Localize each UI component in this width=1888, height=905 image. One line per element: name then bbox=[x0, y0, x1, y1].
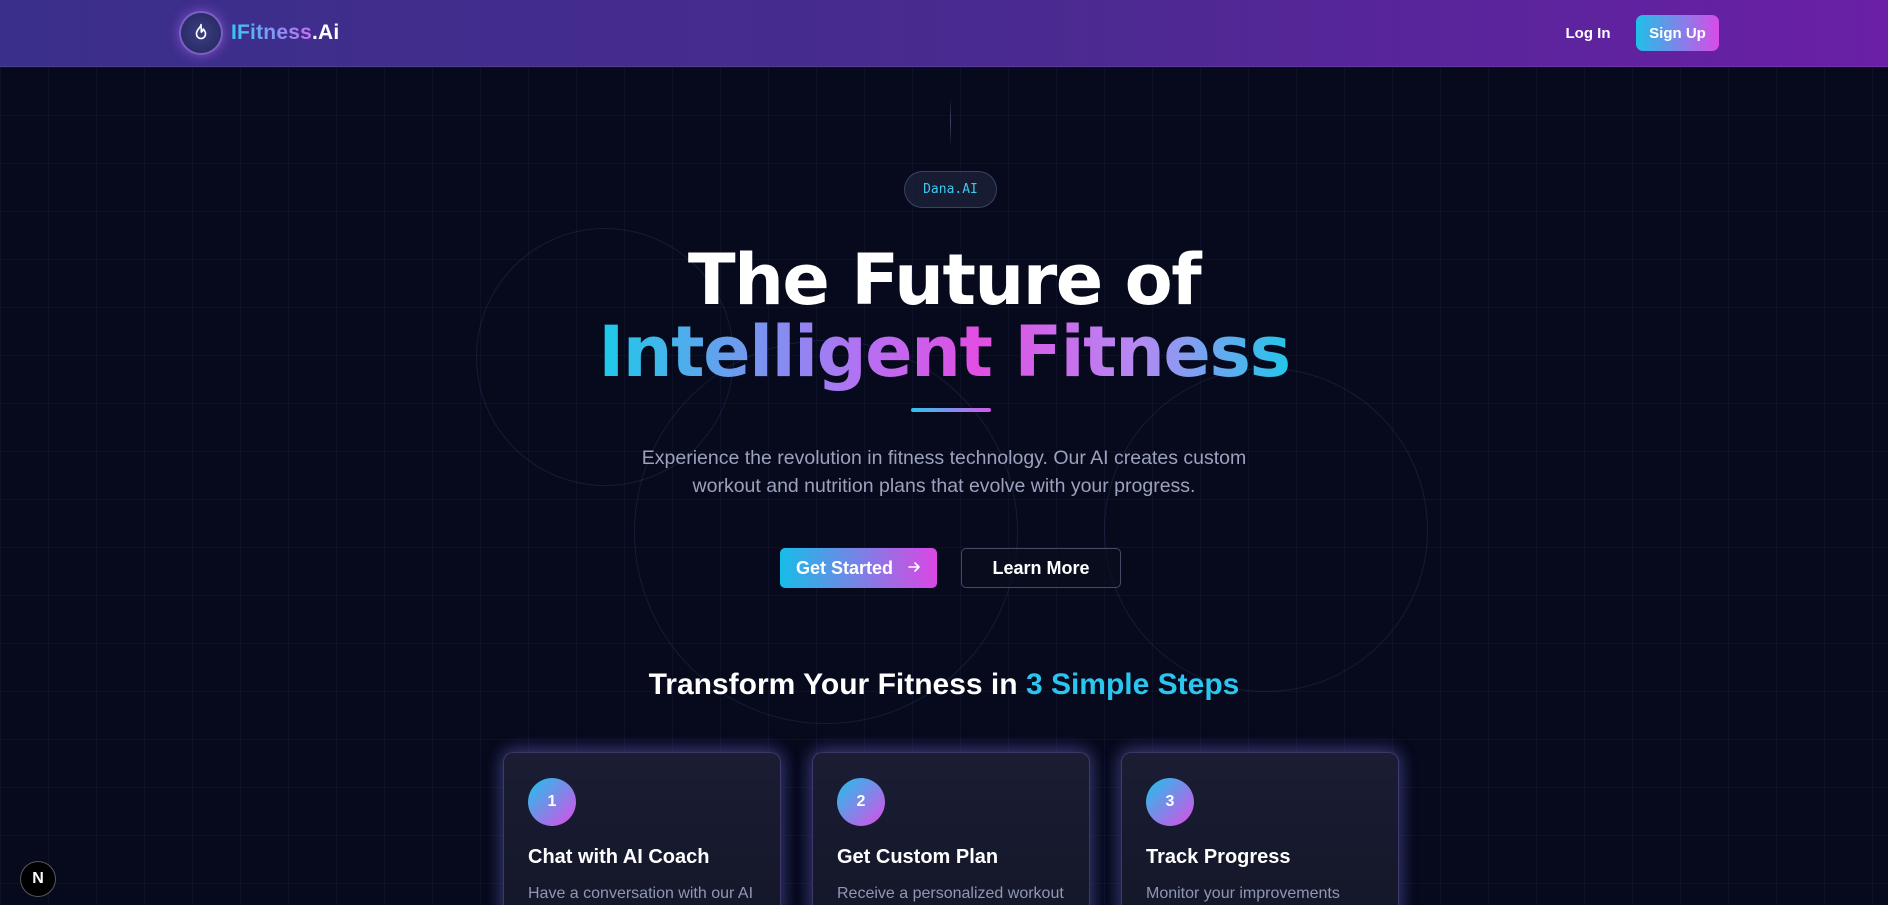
step-card-description: Have a conversation with our AI bbox=[528, 885, 754, 902]
decorative-circle bbox=[634, 340, 1018, 724]
hero-underline-divider bbox=[911, 408, 991, 412]
step-card-chat[interactable]: 1 Chat with AI Coach Have a conversation… bbox=[503, 752, 781, 905]
hero-title-line1: The Future of bbox=[687, 239, 1202, 321]
signup-button[interactable]: Sign Up bbox=[1636, 15, 1719, 51]
step-card-title: Get Custom Plan bbox=[837, 846, 999, 868]
step-card-description: Monitor your improvements bbox=[1146, 885, 1340, 902]
hero-badge: Dana.AI bbox=[904, 171, 997, 208]
decorative-line bbox=[950, 98, 951, 146]
brand-name-primary: IFitness bbox=[231, 21, 312, 44]
step-number-badge: 2 bbox=[837, 778, 885, 826]
step-number-badge: 1 bbox=[528, 778, 576, 826]
flame-icon bbox=[181, 13, 221, 53]
dev-tools-button[interactable]: N bbox=[20, 861, 56, 897]
hero-title-gradient-text: Intelligent Fitness bbox=[598, 311, 1291, 393]
steps-title-prefix: Transform Your Fitness in bbox=[648, 668, 1018, 701]
step-card-title: Track Progress bbox=[1146, 846, 1291, 868]
steps-section-title: Transform Your Fitness in 3 Simple Steps bbox=[0, 668, 1888, 702]
brand-name-suffix: .Ai bbox=[311, 21, 340, 44]
step-card-progress[interactable]: 3 Track Progress Monitor your improvemen… bbox=[1121, 752, 1399, 905]
hero-title-line2: Intelligent Fitness bbox=[0, 312, 1888, 392]
learn-more-button[interactable]: Learn More bbox=[961, 548, 1121, 588]
decorative-circle bbox=[1104, 368, 1428, 692]
top-navbar: IFitness.Ai Log In Sign Up bbox=[0, 0, 1888, 67]
get-started-label: Get Started bbox=[795, 557, 894, 578]
step-number-badge: 3 bbox=[1146, 778, 1194, 826]
get-started-button[interactable]: Get Started bbox=[780, 548, 937, 588]
step-card-description: Receive a personalized workout bbox=[837, 885, 1064, 902]
login-button[interactable]: Log In bbox=[1556, 18, 1620, 49]
hero-description: Experience the revolution in fitness tec… bbox=[641, 447, 1247, 497]
steps-title-accent: 3 Simple Steps bbox=[1025, 668, 1240, 701]
step-card-plan[interactable]: 2 Get Custom Plan Receive a personalized… bbox=[812, 752, 1090, 905]
arrow-right-icon bbox=[907, 558, 921, 579]
step-card-title: Chat with AI Coach bbox=[528, 846, 710, 868]
brand-logo[interactable]: IFitness.Ai bbox=[181, 13, 339, 53]
brand-name: IFitness.Ai bbox=[231, 21, 339, 45]
